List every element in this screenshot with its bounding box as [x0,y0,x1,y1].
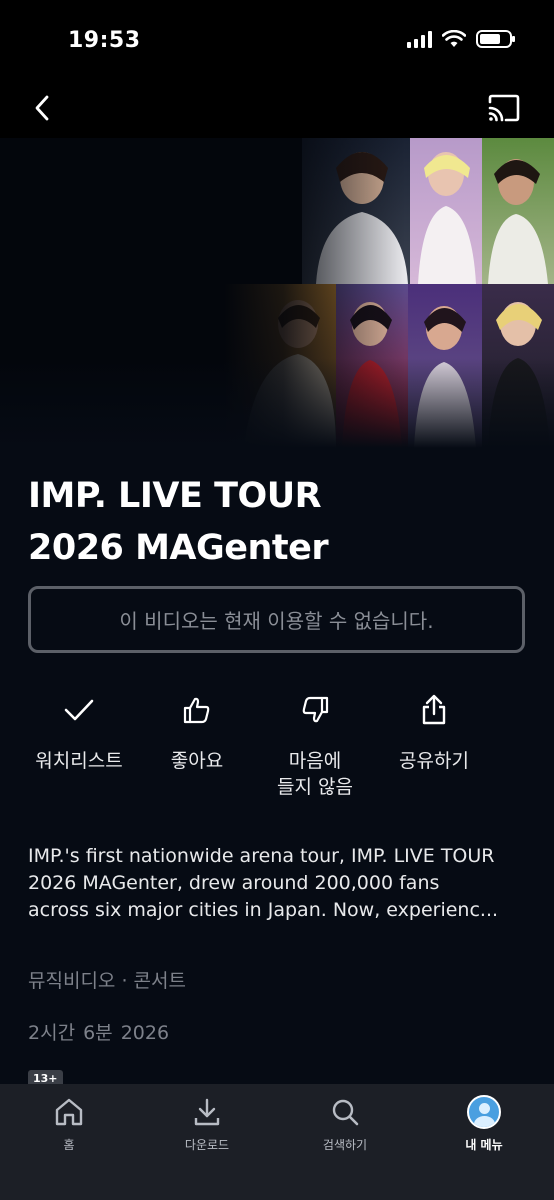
dislike-label-line-2: 들지 않음 [277,776,353,798]
description[interactable]: IMP.'s first nationwide arena tour, IMP.… [28,843,528,924]
bottom-tab-bar: 홈 다운로드 검색하기 내 메뉴 [0,1084,554,1200]
screen: 19:53 IMP. LIVE TOUR 2026 MAGenter 이 비디오… [0,0,554,1200]
description-line-3: across six major cities in Japan. Now, e… [28,899,499,921]
dislike-button[interactable]: 마음에 들지 않음 [250,690,380,800]
cast-button[interactable] [484,88,524,128]
runtime-year: 2시간 6분 2026 [28,1022,170,1044]
cast-icon [488,94,520,122]
thumbs-down-icon [302,696,329,723]
share-button[interactable]: 공유하기 [369,690,499,774]
action-row: 워치리스트 좋아요 마음에 들지 않음 공유하기 [0,690,554,810]
dislike-label: 마음에 들지 않음 [250,748,380,800]
back-button[interactable] [22,88,62,128]
status-time: 19:53 [68,28,141,53]
like-label: 좋아요 [170,750,224,772]
title-line-1: IMP. LIVE TOUR [28,476,322,516]
thumbs-up-icon [183,697,210,724]
status-bar: 19:53 [0,0,554,80]
tab-downloads-label: 다운로드 [184,1138,230,1152]
checkmark-icon [64,699,94,721]
title-line-2: 2026 MAGenter [28,528,329,568]
watchlist-label: 워치리스트 [35,750,123,772]
description-line-1: IMP.'s first nationwide arena tour, IMP.… [28,845,495,867]
share-label: 공유하기 [399,750,469,772]
home-icon [55,1098,83,1126]
description-line-2: 2026 MAGenter, drew around 200,000 fans [28,872,440,894]
top-nav [0,80,554,138]
battery-icon [476,30,515,48]
dislike-label-line-1: 마음에 [288,750,342,772]
watchlist-button[interactable]: 워치리스트 [14,690,144,774]
hero-image [0,138,554,448]
chevron-left-icon [35,95,49,121]
status-icons [407,30,515,48]
tab-search-label: 검색하기 [322,1138,368,1152]
tab-my-menu[interactable]: 내 메뉴 [429,1094,539,1153]
page-title: IMP. LIVE TOUR 2026 MAGenter [28,470,528,574]
share-icon [422,694,446,725]
cellular-signal-icon [407,30,432,48]
unavailable-notice: 이 비디오는 현재 이용할 수 없습니다. [28,586,525,653]
tab-home-label: 홈 [63,1138,75,1152]
search-icon [332,1099,359,1126]
tab-home[interactable]: 홈 [14,1094,124,1153]
genre-list: 뮤직비디오 · 콘서트 [28,970,186,992]
tab-search[interactable]: 검색하기 [290,1094,400,1153]
wifi-icon [442,30,466,47]
download-icon [194,1098,220,1126]
like-button[interactable]: 좋아요 [132,690,262,774]
tab-my-menu-label: 내 메뉴 [465,1138,503,1152]
poster-fade-bottom [0,358,554,448]
tab-downloads[interactable]: 다운로드 [152,1094,262,1153]
avatar-icon [467,1095,501,1129]
